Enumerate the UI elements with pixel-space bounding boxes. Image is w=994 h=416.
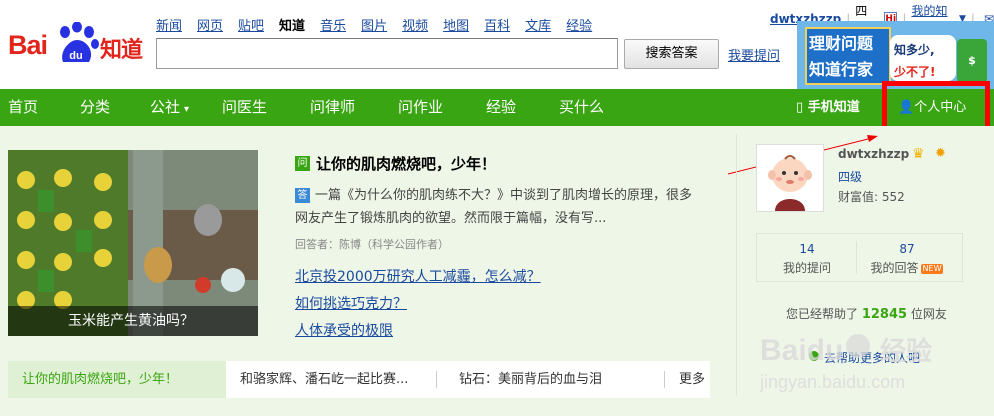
new-badge: NEW — [920, 263, 944, 274]
my-answers-link[interactable]: 我的回答 NEW — [857, 259, 957, 276]
question-link-1[interactable]: 北京投2000万研究人工减霾，怎么减？ — [295, 266, 541, 286]
svg-text:Baidu: Baidu — [760, 334, 843, 367]
profile-wealth: 财富值: 552 — [838, 190, 905, 204]
feature-tab-active[interactable]: 让你的肌肉燃烧吧，少年！ — [8, 361, 226, 398]
sun-icon: ✹ — [935, 146, 946, 161]
baidu-jingyan-watermark: Baidu 经验 jingyan.baidu.com — [759, 326, 990, 406]
baby-avatar-icon — [757, 145, 823, 211]
more-link[interactable]: 更多 — [679, 361, 705, 398]
feature-answer-text: 一篇《为什么你的肌肉练不大？》中谈到了肌肉增长的原理，很多网友产生了锻炼肌肉的欲… — [295, 188, 693, 226]
avatar[interactable] — [756, 144, 824, 212]
svg-text:jingyan.baidu.com: jingyan.baidu.com — [760, 372, 905, 392]
question-link-3[interactable]: 人体承受的极限 — [295, 320, 393, 340]
feature-author: 回答者：陈博（科学公园作者） — [295, 238, 449, 251]
column-divider — [736, 134, 737, 396]
questions-count[interactable]: 14 — [757, 242, 857, 256]
feature-caption[interactable]: 玉米能产生黄油吗？ — [8, 306, 258, 336]
profile-level[interactable]: 四级 — [838, 168, 862, 185]
feature-question-title[interactable]: 让你的肌肉燃烧吧，少年！ — [316, 153, 496, 174]
feature-tab-2[interactable]: 和骆家辉、潘石屹一起比赛... — [240, 361, 408, 398]
feature-tab-3[interactable]: 钻石：美丽背后的血与泪 — [459, 361, 602, 398]
profile-username[interactable]: dwtxzhzzp — [838, 147, 909, 161]
answer-badge: 答 — [295, 188, 310, 203]
feature-tabs-bar: 让你的肌肉燃烧吧，少年！ 和骆家辉、潘石屹一起比赛... 钻石：美丽背后的血与泪… — [8, 361, 710, 398]
answers-count[interactable]: 87 — [857, 242, 957, 256]
question-badge: 问 — [295, 156, 310, 171]
crown-icon: ♛ — [912, 146, 925, 162]
my-questions-link[interactable]: 我的提问 — [757, 259, 857, 276]
question-link-2[interactable]: 如何挑选巧克力？ — [295, 293, 407, 313]
svg-text:经验: 经验 — [880, 336, 932, 367]
helped-count-text: 您已经帮助了 12845 位网友 — [786, 307, 947, 322]
